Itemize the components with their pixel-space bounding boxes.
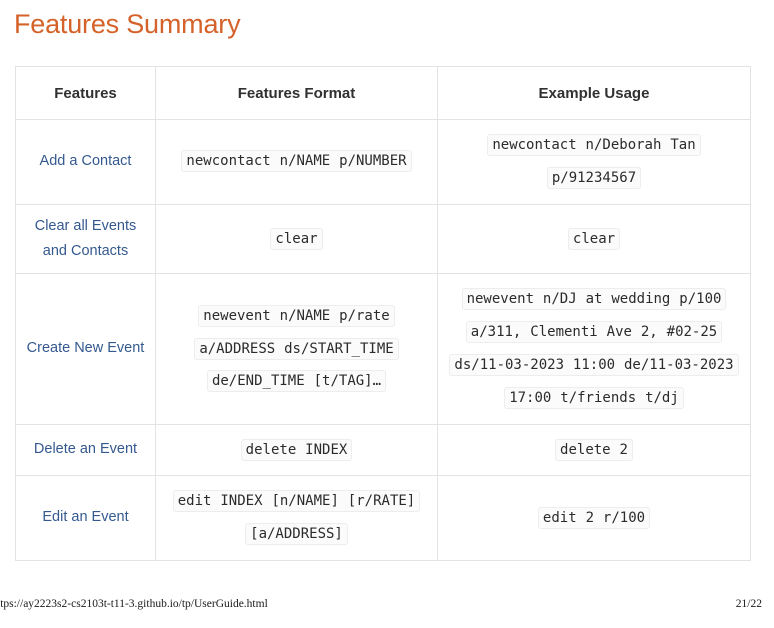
code-format: edit INDEX [n/NAME] [r/RATE] [a/ADDRESS] — [172, 490, 421, 546]
table-header-row: Features Features Format Example Usage — [15, 66, 751, 120]
feature-format-cell: delete INDEX — [155, 423, 438, 477]
feature-example-cell: delete 2 — [437, 423, 751, 477]
footer-source-url: ttps://ay2223s2-cs2103t-t11-3.github.io/… — [0, 598, 268, 610]
feature-link[interactable]: Clear all Events and Contacts — [15, 203, 156, 275]
features-summary-table: Features Features Format Example Usage A… — [15, 66, 751, 561]
table-row: Add a Contact newcontact n/NAME p/NUMBER… — [15, 119, 751, 205]
feature-link[interactable]: Edit an Event — [15, 475, 156, 561]
table-row: Create New Event newevent n/NAME p/rate … — [15, 273, 751, 425]
feature-example-cell: newcontact n/Deborah Tan p/91234567 — [437, 119, 751, 205]
code-example: delete 2 — [555, 438, 633, 461]
feature-format-cell: newcontact n/NAME p/NUMBER — [155, 119, 438, 205]
code-format: delete INDEX — [240, 438, 353, 461]
column-header-example-usage: Example Usage — [437, 66, 751, 120]
code-example: newcontact n/Deborah Tan p/91234567 — [487, 134, 701, 189]
column-header-features: Features — [15, 66, 156, 120]
feature-link[interactable]: Create New Event — [15, 273, 156, 425]
footer-page-number: 21/22 — [735, 598, 762, 610]
feature-format-cell: clear — [155, 203, 438, 275]
document-page: Features Summary Features Features Forma… — [0, 0, 774, 628]
code-example: edit 2 r/100 — [537, 506, 651, 529]
table-clip-region: Features Features Format Example Usage A… — [0, 0, 774, 593]
feature-format-cell: edit INDEX [n/NAME] [r/RATE] [a/ADDRESS] — [155, 475, 438, 561]
table-row: Clear all Events and Contacts clear clea… — [15, 203, 751, 275]
table-row: Edit an Event edit INDEX [n/NAME] [r/RAT… — [15, 475, 751, 561]
column-header-features-format: Features Format — [155, 66, 438, 120]
code-format: newcontact n/NAME p/NUMBER — [181, 150, 412, 173]
table-row: Delete an Event delete INDEX delete 2 — [15, 423, 751, 477]
feature-example-cell: edit 2 r/100 — [437, 475, 751, 561]
feature-link[interactable]: Delete an Event — [15, 423, 156, 477]
code-format: clear — [270, 227, 323, 250]
page-footer: ttps://ay2223s2-cs2103t-t11-3.github.io/… — [0, 596, 774, 628]
code-example: newevent n/DJ at wedding p/100 a/311, Cl… — [449, 288, 739, 409]
feature-format-cell: newevent n/NAME p/rate a/ADDRESS ds/STAR… — [155, 273, 438, 425]
feature-link[interactable]: Add a Contact — [15, 119, 156, 205]
code-example: clear — [567, 227, 621, 250]
feature-example-cell: clear — [437, 203, 751, 275]
feature-example-cell: newevent n/DJ at wedding p/100 a/311, Cl… — [437, 273, 751, 425]
code-format: newevent n/NAME p/rate a/ADDRESS ds/STAR… — [194, 304, 399, 393]
